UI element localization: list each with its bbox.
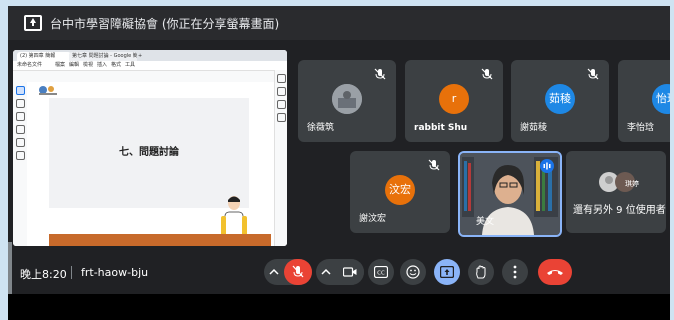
text-tool-icon[interactable] [15, 151, 25, 160]
present-to-all-icon [24, 15, 42, 31]
shape-tool-icon[interactable] [15, 125, 25, 134]
slide-footer-band [49, 234, 271, 246]
slide-canvas: 七、問題討論 [27, 82, 275, 246]
camera-control-group [316, 259, 364, 285]
select-tool-icon[interactable] [15, 86, 25, 95]
svg-text:CC: CC [377, 271, 385, 277]
mic-control-group [264, 259, 312, 285]
shared-screen-preview[interactable]: (2) 第四章 簡報 第七章 問題討論 - Google 簡 + 未命名文件 檔… [13, 50, 287, 246]
slide-title: 七、問題討論 [119, 147, 179, 158]
chevron-up-icon[interactable] [321, 267, 331, 277]
menu-view[interactable]: 檢視 [83, 61, 93, 70]
more-users-text: 還有另外 9 位使用者 [573, 205, 666, 216]
crop-tool-icon[interactable] [15, 138, 25, 147]
emoji-reactions-button[interactable] [400, 259, 426, 285]
closed-captions-icon: CC [374, 266, 388, 278]
camera-icon [343, 267, 357, 277]
drawing-toolbar [13, 82, 28, 246]
hand-icon [476, 265, 486, 279]
pen-tool-icon[interactable] [15, 112, 25, 121]
leave-call-button[interactable] [538, 259, 572, 285]
keep-icon[interactable] [276, 87, 286, 96]
participant-name: 謝汶宏 [359, 214, 387, 224]
participant-name: 李怡琀 [627, 123, 655, 133]
participant-tile[interactable]: 怡琀 李怡琀 [618, 60, 670, 142]
chevron-up-icon[interactable] [269, 267, 279, 277]
camera-toggle-button[interactable] [336, 259, 364, 285]
more-vert-icon [513, 265, 517, 279]
participant-name: 謝茹稜 [520, 123, 548, 133]
more-options-button[interactable] [502, 259, 528, 285]
more-participants-tile[interactable]: 琪婷 還有另外 9 位使用者 [566, 151, 666, 233]
emoji-icon [406, 265, 420, 279]
present-to-all-icon [440, 266, 454, 278]
calendar-icon[interactable] [276, 74, 286, 83]
avatar-initial: 汶宏 [385, 175, 415, 205]
participant-name: 美文 [476, 217, 495, 227]
avatar-initial: 怡琀 [652, 84, 670, 114]
meeting-code: frt-haow-bju [81, 266, 149, 279]
meeting-controls-bar: 晚上8:20 frt-haow-bju CC [8, 254, 670, 292]
doc-title[interactable]: 未命名文件 [17, 61, 42, 70]
active-speaker-video[interactable]: 美文 [458, 151, 562, 237]
menu-edit[interactable]: 編輯 [69, 61, 79, 70]
participant-tile[interactable]: 茹稜 謝茹稜 [511, 60, 609, 142]
avatar-initial: r [439, 84, 469, 114]
raise-hand-button[interactable] [468, 259, 494, 285]
new-tab-button[interactable]: + [135, 52, 147, 61]
school-logo-icon [39, 86, 57, 95]
mic-off-icon [587, 68, 599, 80]
side-panel-toolbar [274, 70, 287, 246]
mic-off-icon [374, 68, 386, 80]
docs-menu-bar: 未命名文件 檔案 編輯 檢視 插入 格式 工具 [13, 61, 287, 71]
mic-off-icon [428, 159, 440, 171]
menu-insert[interactable]: 插入 [97, 61, 107, 70]
call-end-icon [547, 270, 563, 275]
meeting-time: 晚上8:20 [20, 268, 67, 281]
speaking-indicator-icon [540, 159, 554, 173]
mic-off-icon [481, 68, 493, 80]
participant-name: rabbit Shu [414, 123, 468, 133]
avatar-label: 琪婷 [625, 180, 639, 188]
meeting-title: 台中市學習障礙協會 (你正在分享螢幕畫面) [50, 17, 280, 31]
tasks-icon[interactable] [276, 100, 286, 109]
mic-off-icon [292, 265, 304, 278]
meet-window: 台中市學習障礙協會 (你正在分享螢幕畫面) (2) 第四章 簡報 第七章 問題討… [8, 6, 670, 320]
presenting-banner: 台中市學習障礙協會 (你正在分享螢幕畫面) [8, 6, 670, 40]
participant-tile[interactable]: r rabbit Shu [405, 60, 503, 142]
participant-name: 徐薇筑 [307, 123, 335, 133]
menu-tools[interactable]: 工具 [125, 61, 135, 70]
participant-tile[interactable]: 汶宏 謝汶宏 [350, 151, 450, 233]
mic-toggle-button[interactable] [284, 259, 312, 285]
browser-tab[interactable]: (2) 第四章 簡報 [17, 52, 71, 61]
avatar-initial: 茹稜 [545, 84, 575, 114]
present-now-button[interactable] [434, 259, 460, 285]
menu-format[interactable]: 格式 [111, 61, 121, 70]
browser-tab[interactable]: 第七章 問題討論 - Google 簡 [69, 52, 137, 61]
side-panel-handle[interactable] [8, 242, 12, 298]
avatar-photo [332, 84, 362, 114]
participant-tile[interactable]: 徐薇筑 [298, 60, 396, 142]
captions-button[interactable]: CC [368, 259, 394, 285]
browser-tab-bar: (2) 第四章 簡報 第七章 問題討論 - Google 簡 + [13, 50, 287, 61]
slide-content: 七、問題討論 [49, 98, 249, 208]
menu-file[interactable]: 檔案 [55, 61, 65, 70]
contacts-icon[interactable] [276, 113, 286, 122]
divider [71, 266, 72, 279]
zoom-tool-icon[interactable] [15, 99, 25, 108]
bottom-strip [8, 294, 670, 320]
